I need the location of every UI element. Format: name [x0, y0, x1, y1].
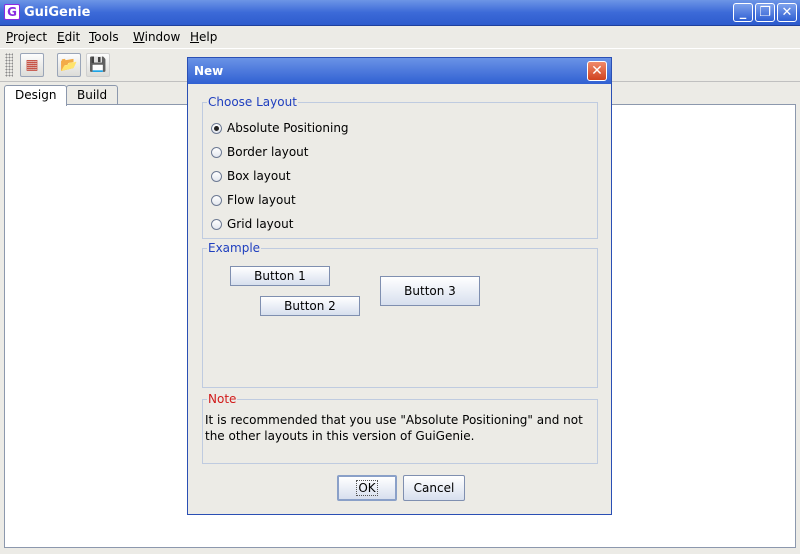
maximize-button[interactable]: ❐ — [755, 3, 775, 22]
new-dialog: New ✕ Choose Layout Absolute Positioning… — [187, 57, 612, 515]
example-group: Example Button 1 Button 2 Button 3 — [202, 241, 598, 388]
dialog-title: New — [194, 64, 224, 78]
radio-icon[interactable] — [211, 171, 222, 182]
example-button-1[interactable]: Button 1 — [230, 266, 330, 286]
example-legend: Example — [207, 241, 262, 255]
app-logo-icon: G — [4, 4, 20, 20]
menu-project[interactable]: Project — [6, 30, 47, 44]
dialog-close-icon[interactable]: ✕ — [587, 61, 607, 81]
radio-icon[interactable] — [211, 219, 222, 230]
open-folder-icon[interactable]: 📂 — [57, 53, 81, 77]
choose-layout-group: Choose Layout Absolute Positioning Borde… — [202, 95, 598, 239]
menu-help[interactable]: Help — [190, 30, 217, 44]
menu-tools[interactable]: Tools — [89, 30, 119, 44]
close-window-button[interactable]: ✕ — [777, 3, 797, 22]
menu-window[interactable]: Window — [133, 30, 180, 44]
window-title-bar[interactable]: G GuiGenie _ ❐ ✕ — [0, 0, 800, 26]
note-group: Note It is recommended that you use "Abs… — [202, 392, 598, 464]
toolbar-grip[interactable] — [5, 53, 13, 77]
new-project-icon[interactable]: ▦ — [20, 53, 44, 77]
window-title: GuiGenie — [24, 5, 91, 20]
tab-build[interactable]: Build — [66, 85, 119, 105]
menu-edit[interactable]: Edit — [57, 30, 80, 44]
cancel-button[interactable]: Cancel — [403, 475, 465, 501]
choose-layout-legend: Choose Layout — [207, 95, 298, 109]
ok-button[interactable]: OK — [337, 475, 397, 501]
minimize-button[interactable]: _ — [733, 3, 753, 22]
radio-icon[interactable] — [211, 147, 222, 158]
tab-design[interactable]: Design — [4, 85, 68, 106]
note-text: It is recommended that you use "Absolute… — [205, 413, 583, 443]
dialog-title-bar[interactable]: New ✕ — [188, 58, 611, 84]
save-icon[interactable]: 💾 — [86, 53, 110, 77]
radio-icon[interactable] — [211, 195, 222, 206]
menu-bar: Project Edit Tools Window Help — [0, 26, 800, 49]
example-button-3[interactable]: Button 3 — [380, 276, 480, 306]
example-button-2[interactable]: Button 2 — [260, 296, 360, 316]
note-legend: Note — [207, 392, 238, 406]
radio-icon[interactable] — [211, 123, 222, 134]
